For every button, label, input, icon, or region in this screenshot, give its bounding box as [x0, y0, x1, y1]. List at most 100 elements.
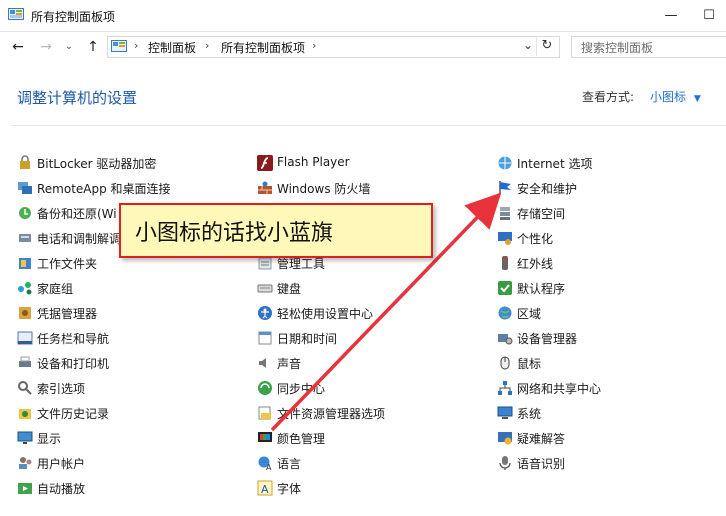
control-panel-item-label: 语音识别 [517, 457, 566, 471]
up-button[interactable]: ↑ [83, 36, 103, 58]
control-panel-item-label: 网络和共享中心 [517, 382, 602, 396]
indexing-icon [18, 381, 32, 395]
control-panel-item-label: BitLocker 驱动器加密 [37, 157, 157, 171]
control-panel-item-label: RemoteApp 和桌面连接 [37, 182, 171, 196]
autoplay-icon [18, 483, 32, 494]
view-by-dropdown[interactable]: 小图标 ▼ [650, 88, 701, 105]
control-panel-item-label: 日期和时间 [277, 332, 338, 346]
user-accounts-icon [19, 457, 32, 469]
forward-button[interactable]: → [36, 36, 56, 58]
control-panel-item-label: 电话和调制解调 [37, 232, 122, 246]
region-icon [498, 306, 512, 320]
chevron-right-icon[interactable]: › [312, 39, 316, 52]
window-title: 所有控制面板项 [31, 10, 116, 24]
breadcrumb-control-panel[interactable]: 控制面板 [148, 39, 196, 56]
back-button[interactable]: ← [8, 36, 28, 58]
control-panel-item-label: 工作文件夹 [37, 257, 98, 271]
breadcrumb-all-items[interactable]: 所有控制面板项 [221, 39, 305, 56]
fonts-icon: A [257, 480, 273, 496]
control-panel-item-label: 声音 [277, 357, 302, 371]
firewall-icon [258, 181, 272, 194]
control-panel-item-label: 家庭组 [37, 282, 74, 296]
explorer-options-icon [258, 406, 271, 420]
minimize-button[interactable]: — [654, 0, 688, 31]
control-panel-item-label: 区域 [517, 307, 542, 321]
recent-locations-dropdown[interactable]: ⌄ [62, 36, 76, 58]
control-panel-item-label: 键盘 [277, 282, 302, 296]
phone-modem-icon [19, 234, 31, 242]
security-maintenance-flag-icon [499, 181, 511, 195]
control-panel-item-label: 存储空间 [517, 207, 566, 221]
keyboard-icon [257, 284, 273, 293]
control-panel-item-label: 文件历史记录 [37, 407, 110, 421]
control-panel-item-label: 用户帐户 [37, 457, 86, 471]
control-panel-item-label: 同步中心 [277, 382, 326, 396]
color-management-icon [258, 432, 272, 442]
refresh-button[interactable]: ↻ [536, 36, 557, 56]
homegroup-icon [18, 282, 32, 295]
control-panel-item-label: 颜色管理 [277, 432, 326, 446]
view-by-label: 查看方式: [582, 90, 635, 104]
maximize-button[interactable]: ☐ [692, 0, 726, 31]
file-history-icon [19, 409, 31, 419]
divider [12, 125, 726, 126]
default-programs-icon [498, 281, 512, 295]
infrared-icon [502, 256, 508, 270]
svg-text:A: A [261, 483, 269, 496]
control-panel-item-label: 任务栏和导航 [37, 332, 110, 346]
control-panel-item-label: 自动播放 [37, 482, 86, 496]
taskbar-icon [17, 331, 33, 345]
control-panel-item-label: 默认程序 [517, 282, 566, 296]
view-by-value: 小图标 [650, 90, 687, 104]
search-input[interactable] [579, 38, 723, 58]
control-panel-item-label: 备份和还原(Wi [37, 207, 117, 221]
control-panel-item-label: 疑难解答 [517, 432, 566, 446]
sync-center-icon [258, 381, 272, 395]
control-panel-item-label: 红外线 [517, 257, 554, 271]
personalization-icon [498, 232, 512, 245]
display-icon [17, 431, 33, 444]
control-panel-icon [111, 40, 127, 52]
speech-recognition-icon [499, 456, 511, 470]
address-bar[interactable]: › 控制面板 › 所有控制面板项 › ⌄ ↻ [107, 36, 560, 58]
caret-down-icon: ▼ [693, 94, 701, 104]
control-panel-icon [8, 8, 24, 20]
search-box[interactable] [571, 36, 726, 58]
devices-printers-icon [19, 356, 31, 367]
remoteapp-icon [18, 182, 32, 194]
control-panel-item-label: 字体 [277, 482, 302, 496]
system-icon [497, 406, 513, 419]
control-panel-item-label: 个性化 [517, 232, 554, 246]
internet-options-icon [498, 156, 512, 170]
control-panel-item-label: Flash Player [277, 155, 350, 169]
date-time-icon [258, 331, 272, 345]
flash-icon [257, 155, 273, 171]
annotation-arrow [270, 192, 502, 432]
control-panel-item-label: 索引选项 [37, 382, 86, 396]
annotation-callout: 小图标的话找小蓝旗 [119, 203, 433, 258]
control-panel-item-label: Internet 选项 [517, 157, 593, 171]
bitlocker-icon [20, 155, 30, 169]
svg-text:A: A [266, 463, 272, 471]
storage-spaces-icon [500, 207, 510, 220]
control-panel-item-label: 系统 [517, 407, 542, 421]
mouse-icon [500, 356, 510, 370]
chevron-down-icon[interactable]: ⌄ [523, 38, 533, 52]
control-panel-item-label: 凭据管理器 [37, 307, 98, 321]
title-bar: 所有控制面板项 — ☐ [0, 0, 726, 32]
chevron-right-icon[interactable]: › [134, 39, 138, 52]
chevron-right-icon[interactable]: › [205, 39, 209, 52]
control-panel-item-label: 安全和维护 [517, 182, 578, 196]
troubleshooting-icon [498, 432, 512, 445]
control-panel-item-label: 语言 [277, 457, 302, 471]
ease-of-access-icon [258, 306, 272, 320]
control-panel-item-label: 设备和打印机 [37, 357, 110, 371]
control-panel-item-label: 显示 [37, 432, 62, 446]
credential-manager-icon [19, 307, 31, 319]
network-sharing-icon [498, 381, 512, 395]
control-panel-item-label: 轻松使用设置中心 [277, 307, 374, 321]
device-manager-icon [498, 334, 513, 345]
control-panel-item-label: Windows 防火墙 [277, 182, 371, 196]
page-title: 调整计算机的设置 [17, 89, 138, 107]
work-folders-icon [19, 258, 31, 269]
